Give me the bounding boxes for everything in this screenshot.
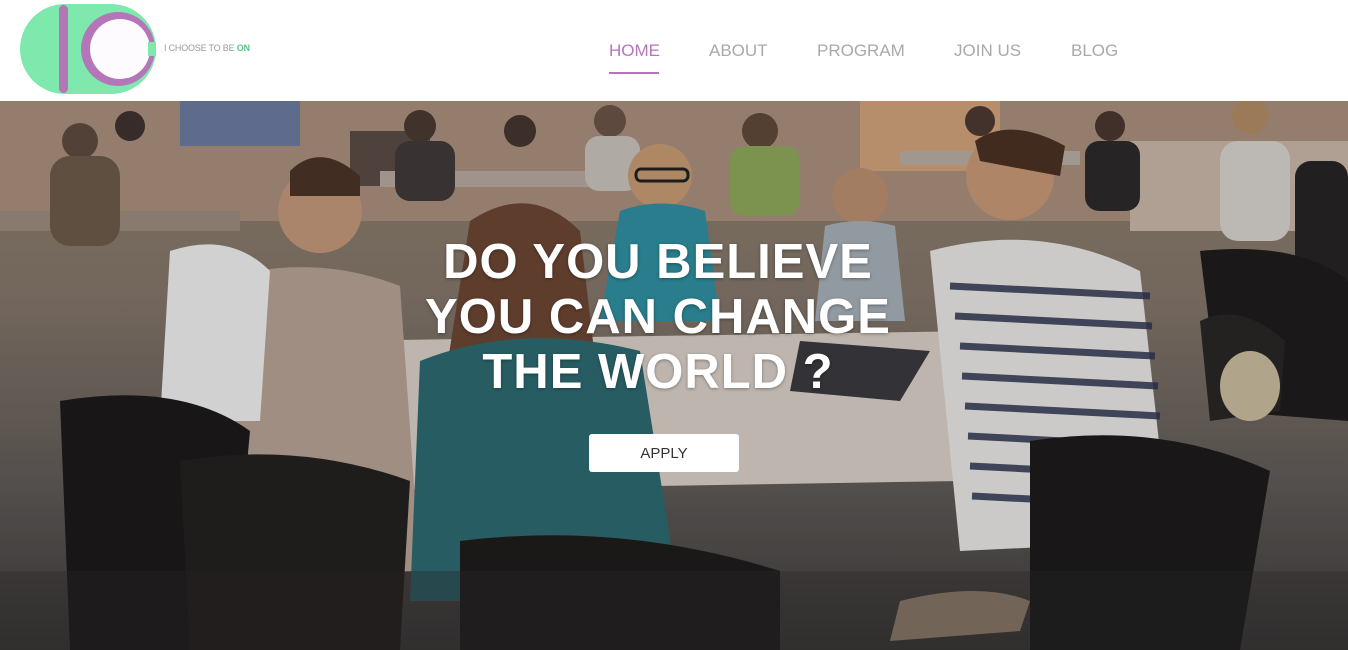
site-logo[interactable] <box>20 4 156 94</box>
brand-tagline: I CHOOSE TO BE ON <box>164 43 250 53</box>
nav-item-home[interactable]: HOME <box>609 41 660 61</box>
apply-button[interactable]: APPLY <box>589 434 739 472</box>
nav-item-about[interactable]: ABOUT <box>709 41 768 61</box>
hero-section: DO YOU BELIEVE YOU CAN CHANGE THE WORLD … <box>0 101 1348 650</box>
logo-mark-icon <box>20 4 156 94</box>
hero-headline-line: DO YOU BELIEVE <box>443 235 873 289</box>
nav-item-join-us[interactable]: JOIN US <box>954 41 1021 61</box>
nav-active-indicator <box>609 72 659 74</box>
hero-headline-line: THE WORLD ? <box>482 345 834 399</box>
nav-item-blog[interactable]: BLOG <box>1071 41 1118 61</box>
tagline-prefix: I CHOOSE TO BE <box>164 43 235 53</box>
hero-headline: DO YOU BELIEVE YOU CAN CHANGE THE WORLD … <box>374 235 942 400</box>
nav-item-program[interactable]: PROGRAM <box>817 41 905 61</box>
hero-headline-line: YOU CAN CHANGE <box>425 290 891 344</box>
site-header: I CHOOSE TO BE ON HOME ABOUT PROGRAM JOI… <box>0 0 1348 101</box>
tagline-highlight: ON <box>236 43 250 53</box>
